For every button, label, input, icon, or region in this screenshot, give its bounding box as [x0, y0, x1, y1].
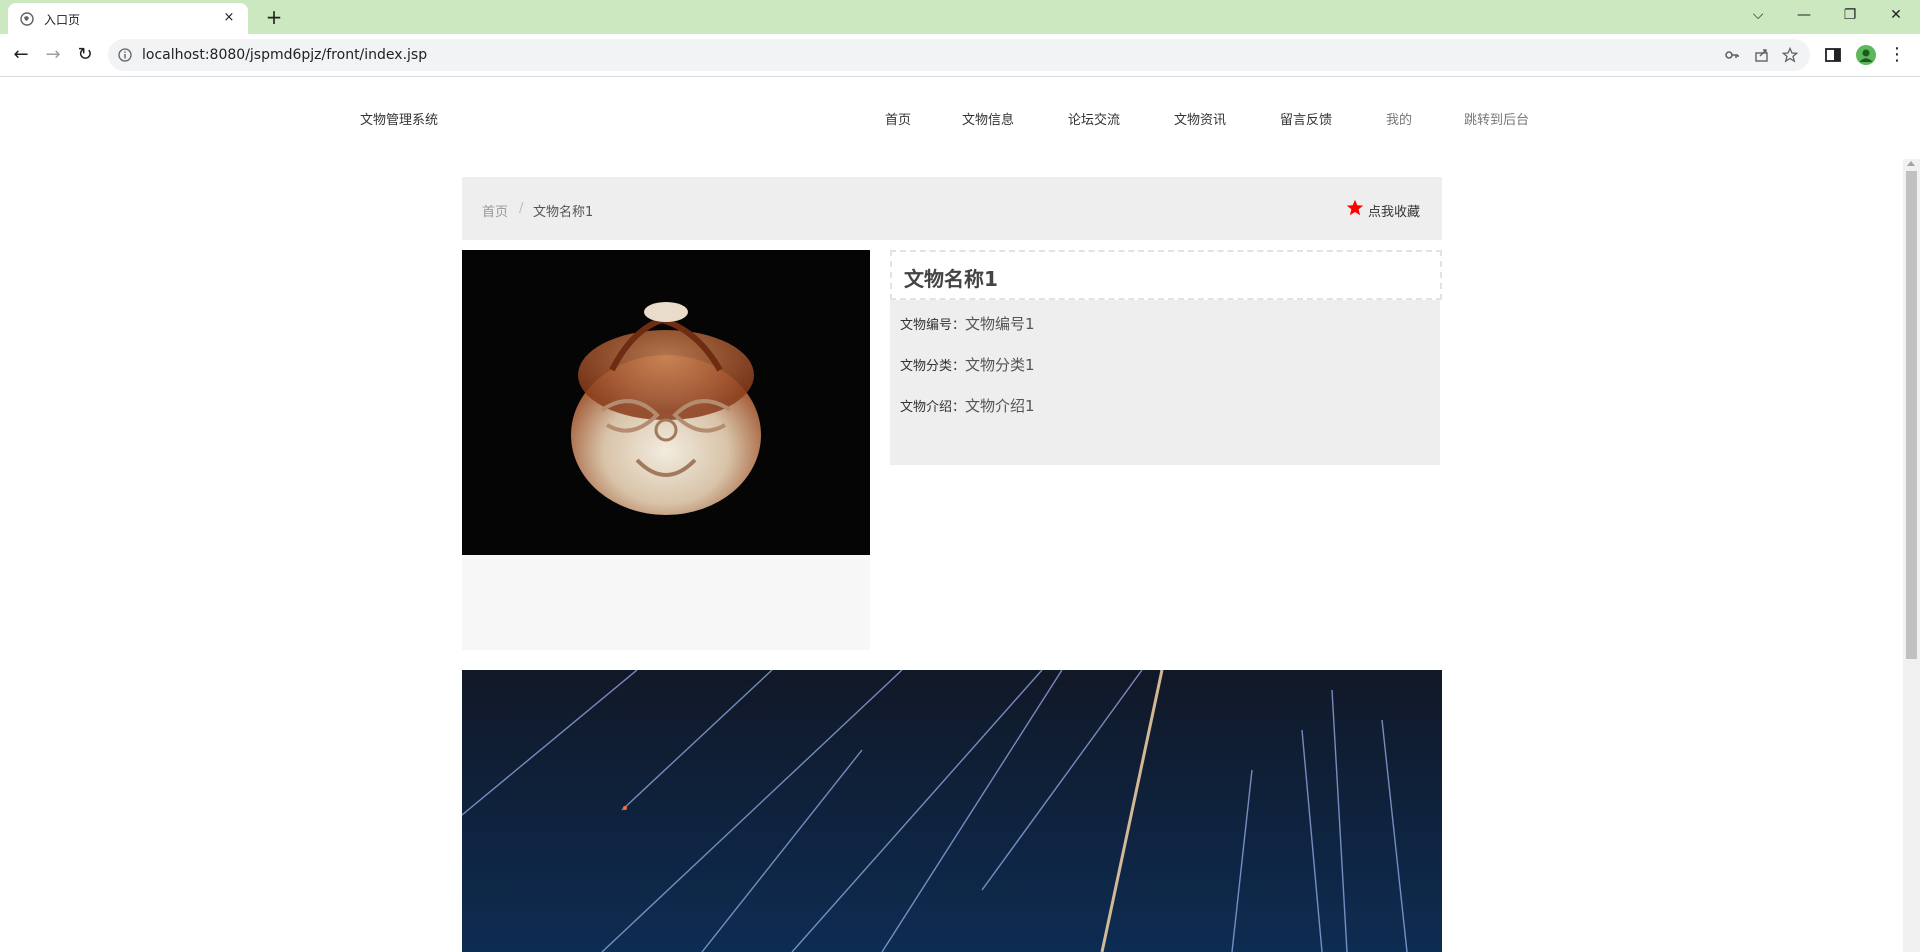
detail-label: 文物介绍： [900, 400, 966, 415]
artifact-image-box [462, 250, 870, 650]
nav-mine[interactable]: 我的 [1386, 109, 1412, 128]
artifact-photo [462, 250, 870, 555]
favorite-label: 点我收藏 [1368, 205, 1421, 220]
tab-close-button[interactable]: × [220, 9, 238, 27]
forward-button[interactable]: → [40, 42, 66, 68]
person-icon [1859, 49, 1873, 62]
back-button[interactable]: ← [8, 42, 34, 68]
browser-tabstrip: 入口页 × + ⌵ — ❐ ✕ [0, 0, 1920, 34]
tab-search-button[interactable]: ⌵ [1744, 4, 1772, 26]
bookmark-star-icon[interactable] [1782, 47, 1798, 63]
nav-feedback[interactable]: 留言反馈 [1280, 109, 1332, 128]
detail-row-category: 文物分类：文物分类1 [900, 354, 1035, 375]
key-icon[interactable] [1724, 47, 1740, 63]
info-icon[interactable] [118, 48, 132, 62]
nav-news[interactable]: 文物资讯 [1174, 109, 1226, 128]
globe-icon [20, 12, 34, 26]
page-viewport: 文物管理系统 首页 文物信息 论坛交流 文物资讯 留言反馈 我的 跳转到后台 首… [0, 77, 1920, 952]
breadcrumb-separator: / [519, 201, 524, 216]
artifact-details: 文物编号：文物编号1 文物分类：文物分类1 文物介绍：文物介绍1 [890, 300, 1440, 465]
address-bar[interactable]: localhost:8080/jspmd6pjz/front/index.jsp [108, 39, 1810, 71]
nav-forum[interactable]: 论坛交流 [1068, 109, 1120, 128]
breadcrumb-current: 文物名称1 [533, 205, 594, 220]
detail-label: 文物分类： [900, 359, 966, 374]
detail-row-number: 文物编号：文物编号1 [900, 313, 1035, 334]
browser-menu-button[interactable]: ⋮ [1884, 42, 1910, 68]
star-trail-image [462, 670, 1442, 952]
scroll-up-arrow-icon[interactable] [1907, 161, 1915, 166]
nav-home[interactable]: 首页 [885, 109, 911, 128]
nav-admin[interactable]: 跳转到后台 [1464, 109, 1529, 128]
detail-label: 文物编号： [900, 318, 966, 333]
scrollbar-thumb[interactable] [1906, 171, 1917, 659]
tab-title: 入口页 [44, 13, 81, 27]
breadcrumb-home[interactable]: 首页 [482, 201, 508, 220]
nav-artifact-info[interactable]: 文物信息 [962, 109, 1014, 128]
side-panel-icon[interactable] [1824, 46, 1842, 64]
share-icon[interactable] [1754, 47, 1770, 63]
browser-tab[interactable]: 入口页 × [8, 3, 248, 34]
detail-value: 文物分类1 [965, 356, 1035, 374]
site-brand[interactable]: 文物管理系统 [360, 109, 438, 128]
breadcrumb-bar: 首页 / 文物名称1 点我收藏 [462, 177, 1442, 240]
artifact-title-box: 文物名称1 [890, 250, 1442, 300]
new-tab-button[interactable]: + [262, 6, 286, 28]
detail-value: 文物编号1 [965, 315, 1035, 333]
restore-button[interactable]: ❐ [1836, 4, 1864, 26]
banner-image [462, 670, 1442, 952]
browser-toolbar: ← → ↻ localhost:8080/jspmd6pjz/front/ind… [0, 34, 1920, 77]
artifact-title: 文物名称1 [904, 267, 998, 291]
profile-avatar-icon[interactable] [1856, 45, 1876, 65]
detail-row-intro: 文物介绍：文物介绍1 [900, 395, 1035, 416]
window-close-button[interactable]: ✕ [1882, 4, 1910, 26]
minimize-button[interactable]: — [1790, 4, 1818, 26]
reload-button[interactable]: ↻ [72, 42, 98, 68]
url-text[interactable]: localhost:8080/jspmd6pjz/front/index.jsp [142, 47, 427, 63]
page-scrollbar[interactable] [1903, 159, 1920, 952]
star-icon [1346, 199, 1364, 216]
jade-pendant-image [571, 302, 761, 515]
detail-value: 文物介绍1 [965, 397, 1035, 415]
